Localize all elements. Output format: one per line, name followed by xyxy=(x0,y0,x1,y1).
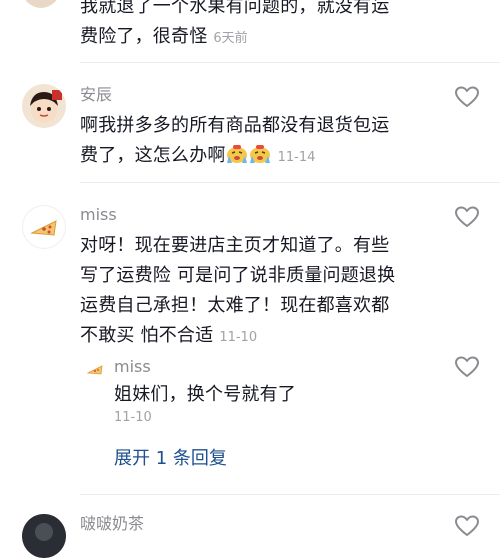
comment-line: 啊我拼多多的所有商品都没有退货包运 xyxy=(80,115,390,136)
crying-face-icon xyxy=(249,144,271,164)
expand-replies-button[interactable]: 展开 1 条回复 xyxy=(114,447,227,471)
avatar-bobo[interactable] xyxy=(22,514,66,558)
comment-line-text: 费了，这怎么办啊 xyxy=(80,145,226,166)
comment-line: 运费自己承担！太难了！现在都喜欢都 xyxy=(80,295,390,316)
divider xyxy=(80,62,500,63)
avatar-top[interactable] xyxy=(22,0,60,8)
reply-time: 11-10 xyxy=(114,410,152,425)
comment-text: 对呀！现在要进店主页才知道了。有些 写了运费险 可是问了说非质量问题退换 运费自… xyxy=(80,231,395,353)
divider xyxy=(80,182,500,183)
comment-line: 不敢买 怕不合适 11-10 xyxy=(80,321,395,353)
comment-line: 对呀！现在要进店主页才知道了。有些 xyxy=(80,235,390,256)
reply-text: 姐妹们，换个号就有了 xyxy=(114,384,296,405)
comment-text: 我就退了一个水果有问题的，就没有运 费险了，很奇怪 6天前 xyxy=(80,0,389,54)
comment-username[interactable]: 啵啵奶茶 xyxy=(80,514,144,534)
comment-line: 写了运费险 可是问了说非质量问题退换 xyxy=(80,265,396,286)
comment-text: 啊我拼多多的所有商品都没有退货包运 费了，这怎么办啊 11-14 xyxy=(80,111,389,173)
comment-line: 我就退了一个水果有问题的，就没有运 xyxy=(80,0,390,17)
avatar-reply-miss[interactable] xyxy=(84,358,106,380)
comment-time: 11-14 xyxy=(277,150,316,165)
avatar-anchen[interactable] xyxy=(22,84,66,128)
comment-line-text: 不敢买 怕不合适 xyxy=(80,325,214,346)
like-heart-icon[interactable] xyxy=(454,514,480,538)
comment-time: 6天前 xyxy=(213,31,248,46)
comment-username[interactable]: 安辰 xyxy=(80,85,112,105)
comment-line-text: 费险了，很奇怪 xyxy=(80,26,208,47)
comment-time: 11-10 xyxy=(219,330,258,345)
comment-line: 费险了，很奇怪 6天前 xyxy=(80,22,389,54)
like-heart-icon[interactable] xyxy=(454,205,480,229)
like-heart-icon[interactable] xyxy=(454,355,480,379)
like-heart-icon[interactable] xyxy=(454,85,480,109)
divider xyxy=(80,494,500,495)
comment-username[interactable]: miss xyxy=(80,205,117,225)
reply-username[interactable]: miss xyxy=(114,357,151,377)
comment-line: 费了，这怎么办啊 11-14 xyxy=(80,141,389,173)
avatar-miss[interactable] xyxy=(22,205,66,249)
crying-face-icon xyxy=(226,144,248,164)
